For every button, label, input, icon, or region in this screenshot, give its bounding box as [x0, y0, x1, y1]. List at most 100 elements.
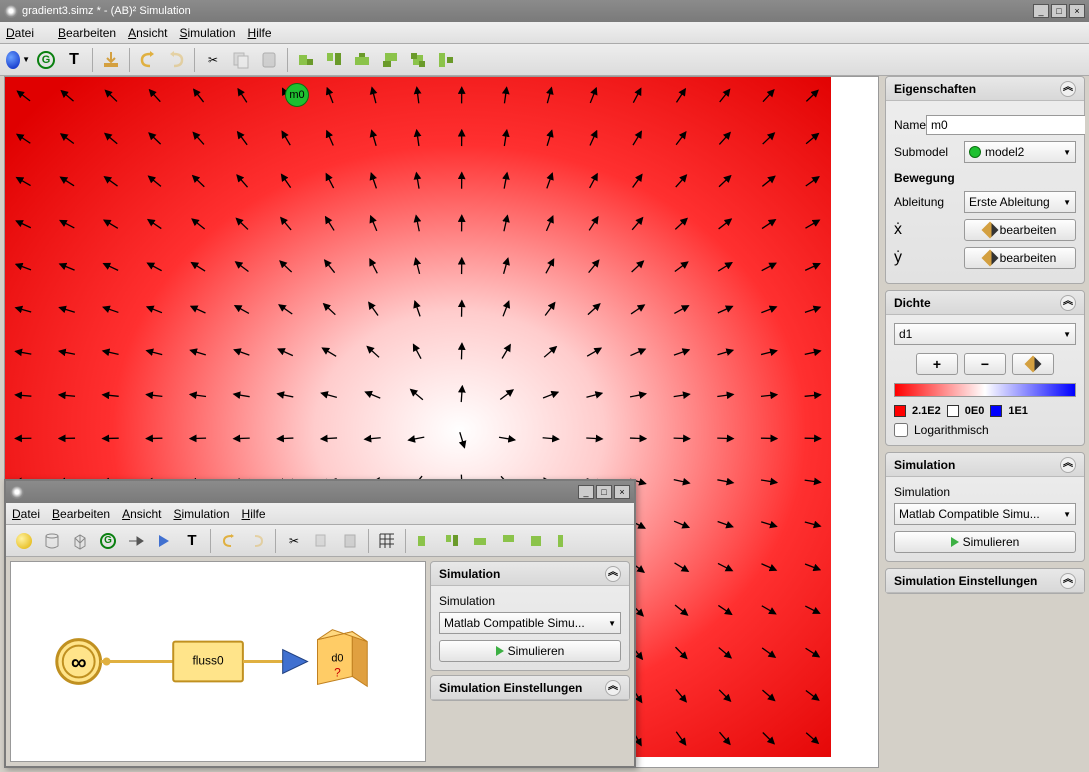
- tool-redo[interactable]: [244, 528, 270, 554]
- maximize-button[interactable]: □: [1051, 4, 1067, 18]
- name-input[interactable]: [926, 115, 1085, 135]
- sim-engine-select[interactable]: Matlab Compatible Simu...: [439, 612, 621, 634]
- tool-cut[interactable]: ✂: [281, 528, 307, 554]
- m0-node[interactable]: m0: [285, 83, 309, 107]
- tool-undo[interactable]: [216, 528, 242, 554]
- tool-align-d[interactable]: [495, 528, 521, 554]
- panel-eigenschaften: Eigenschaften ︽ Name Submodel model2 Bew…: [885, 76, 1085, 284]
- svg-text:∞: ∞: [71, 649, 87, 674]
- save-icon: [101, 50, 121, 70]
- tool-align-6[interactable]: [433, 47, 459, 73]
- menu-hilfe[interactable]: Hilfe: [248, 26, 272, 40]
- tool-align-f[interactable]: [551, 528, 577, 554]
- tool-undo[interactable]: [135, 47, 161, 73]
- dichte-minus-button[interactable]: −: [964, 353, 1006, 375]
- dichte-edit-button[interactable]: [1012, 353, 1054, 375]
- pencil-icon: [981, 250, 998, 267]
- collapse-button[interactable]: ︽: [1060, 573, 1076, 589]
- run-sim-button[interactable]: Simulieren: [439, 640, 621, 662]
- tool-align-1[interactable]: [293, 47, 319, 73]
- tool-text[interactable]: T: [61, 47, 87, 73]
- tool-cylinder[interactable]: [39, 528, 65, 554]
- child-window[interactable]: _ □ × Datei Bearbeiten Ansicht Simulatio…: [4, 479, 636, 768]
- menu-datei[interactable]: Datei: [12, 507, 40, 521]
- tool-paste[interactable]: [337, 528, 363, 554]
- ydot-edit-button[interactable]: bearbeiten: [964, 247, 1076, 269]
- menu-simulation[interactable]: Simulation: [173, 507, 229, 521]
- tool-g[interactable]: G: [95, 528, 121, 554]
- collapse-button[interactable]: ︽: [1060, 457, 1076, 473]
- submodel-select[interactable]: model2: [964, 141, 1076, 163]
- ableitung-select[interactable]: Erste Ableitung: [964, 191, 1076, 213]
- tool-text[interactable]: T: [179, 528, 205, 554]
- sim-engine-select[interactable]: Matlab Compatible Simu...: [894, 503, 1076, 525]
- align-icon: [416, 533, 432, 549]
- tool-redo[interactable]: [163, 47, 189, 73]
- tool-align-e[interactable]: [523, 528, 549, 554]
- log-label: Logarithmisch: [914, 423, 989, 437]
- tool-circle-blue[interactable]: ▼: [5, 47, 31, 73]
- menu-simulation[interactable]: Simulation: [179, 26, 235, 40]
- panel-simulation: Simulation ︽ Simulation Matlab Compatibl…: [885, 452, 1085, 562]
- menu-datei[interactable]: Datei: [6, 26, 46, 40]
- window-title: gradient3.simz * - (AB)² Simulation: [22, 5, 191, 17]
- main-titlebar: gradient3.simz * - (AB)² Simulation _ □ …: [0, 0, 1089, 22]
- tool-copy[interactable]: [309, 528, 335, 554]
- align-icon: [556, 533, 572, 549]
- minimize-button[interactable]: _: [1033, 4, 1049, 18]
- menu-bearbeiten[interactable]: Bearbeiten: [58, 26, 116, 40]
- panel-title: Simulation Einstellungen: [439, 681, 582, 695]
- tool-grid[interactable]: [374, 528, 400, 554]
- tool-arrow[interactable]: [123, 528, 149, 554]
- tool-align-2[interactable]: [321, 47, 347, 73]
- flow-diagram: ∞ fluss0 d0 ?: [11, 562, 425, 761]
- tool-align-3[interactable]: [349, 47, 375, 73]
- flow-canvas[interactable]: ∞ fluss0 d0 ?: [10, 561, 426, 762]
- tool-copy[interactable]: [228, 47, 254, 73]
- align-icon: [528, 533, 544, 549]
- menu-hilfe[interactable]: Hilfe: [242, 507, 266, 521]
- text-icon: T: [69, 51, 79, 69]
- legend-red: 2.1E2: [912, 405, 941, 417]
- label-ydot: ẏ: [894, 249, 964, 267]
- child-minimize-button[interactable]: _: [578, 485, 594, 499]
- tool-g[interactable]: G: [33, 47, 59, 73]
- align-icon: [472, 533, 488, 549]
- log-checkbox[interactable]: [894, 423, 908, 437]
- menu-ansicht[interactable]: Ansicht: [122, 507, 161, 521]
- panel-title: Eigenschaften: [894, 82, 976, 96]
- panel-title: Simulation Einstellungen: [894, 574, 1037, 588]
- tool-save[interactable]: [98, 47, 124, 73]
- dichte-select[interactable]: d1: [894, 323, 1076, 345]
- child-close-button[interactable]: ×: [614, 485, 630, 499]
- tool-play-blue[interactable]: [151, 528, 177, 554]
- main-menubar: Datei Bearbeiten Ansicht Simulation Hilf…: [0, 22, 1089, 44]
- tool-align-a[interactable]: [411, 528, 437, 554]
- align-icon: [381, 51, 399, 69]
- collapse-button[interactable]: ︽: [605, 680, 621, 696]
- child-panel-simulation: Simulation ︽ Simulation Matlab Compatibl…: [430, 561, 630, 671]
- undo-icon: [220, 532, 238, 550]
- close-button[interactable]: ×: [1069, 4, 1085, 18]
- run-sim-button[interactable]: Simulieren: [894, 531, 1076, 553]
- xdot-edit-button[interactable]: bearbeiten: [964, 219, 1076, 241]
- model-dot-icon: [969, 146, 981, 158]
- child-maximize-button[interactable]: □: [596, 485, 612, 499]
- pencil-icon: [1025, 356, 1042, 373]
- arrow-icon: [127, 532, 145, 550]
- tool-align-c[interactable]: [467, 528, 493, 554]
- tool-align-b[interactable]: [439, 528, 465, 554]
- collapse-button[interactable]: ︽: [1060, 81, 1076, 97]
- tool-align-4[interactable]: [377, 47, 403, 73]
- tool-circle-yellow[interactable]: [11, 528, 37, 554]
- tool-cube[interactable]: [67, 528, 93, 554]
- tool-align-5[interactable]: [405, 47, 431, 73]
- menu-bearbeiten[interactable]: Bearbeiten: [52, 507, 110, 521]
- redo-icon: [166, 50, 186, 70]
- dichte-plus-button[interactable]: +: [916, 353, 958, 375]
- tool-paste[interactable]: [256, 47, 282, 73]
- menu-ansicht[interactable]: Ansicht: [128, 26, 167, 40]
- tool-cut[interactable]: ✂: [200, 47, 226, 73]
- collapse-button[interactable]: ︽: [605, 566, 621, 582]
- collapse-button[interactable]: ︽: [1060, 295, 1076, 311]
